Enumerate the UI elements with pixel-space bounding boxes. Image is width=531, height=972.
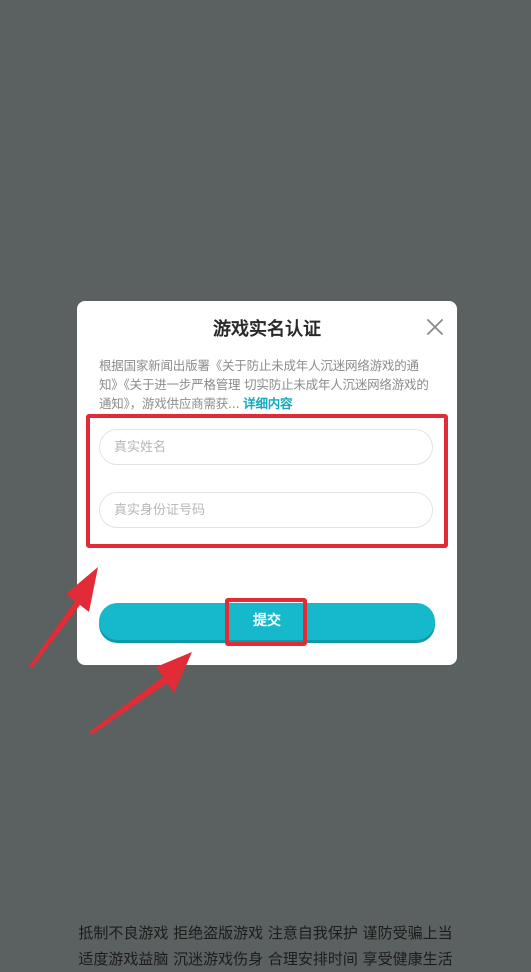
details-link[interactable]: 详细内容: [243, 396, 292, 411]
close-icon: [427, 319, 443, 335]
dialog-title: 游戏实名认证: [213, 319, 321, 340]
submit-highlight-box: [225, 598, 307, 646]
footer-line-2: 适度游戏益脑 沉迷游戏伤身 合理安排时间 享受健康生活: [78, 950, 453, 968]
notice-text: 根据国家新闻出版署《关于防止未成年人沉迷网络游戏的通知》《关于进一步严格管理 切…: [99, 356, 437, 413]
footer-line-1: 抵制不良游戏 拒绝盗版游戏 注意自我保护 谨防受骗上当: [78, 924, 453, 942]
close-button[interactable]: [423, 315, 447, 339]
fields-highlight-box: [86, 414, 448, 548]
footer-notice: 抵制不良游戏 拒绝盗版游戏 注意自我保护 谨防受骗上当 适度游戏益脑 沉迷游戏伤…: [0, 920, 531, 972]
